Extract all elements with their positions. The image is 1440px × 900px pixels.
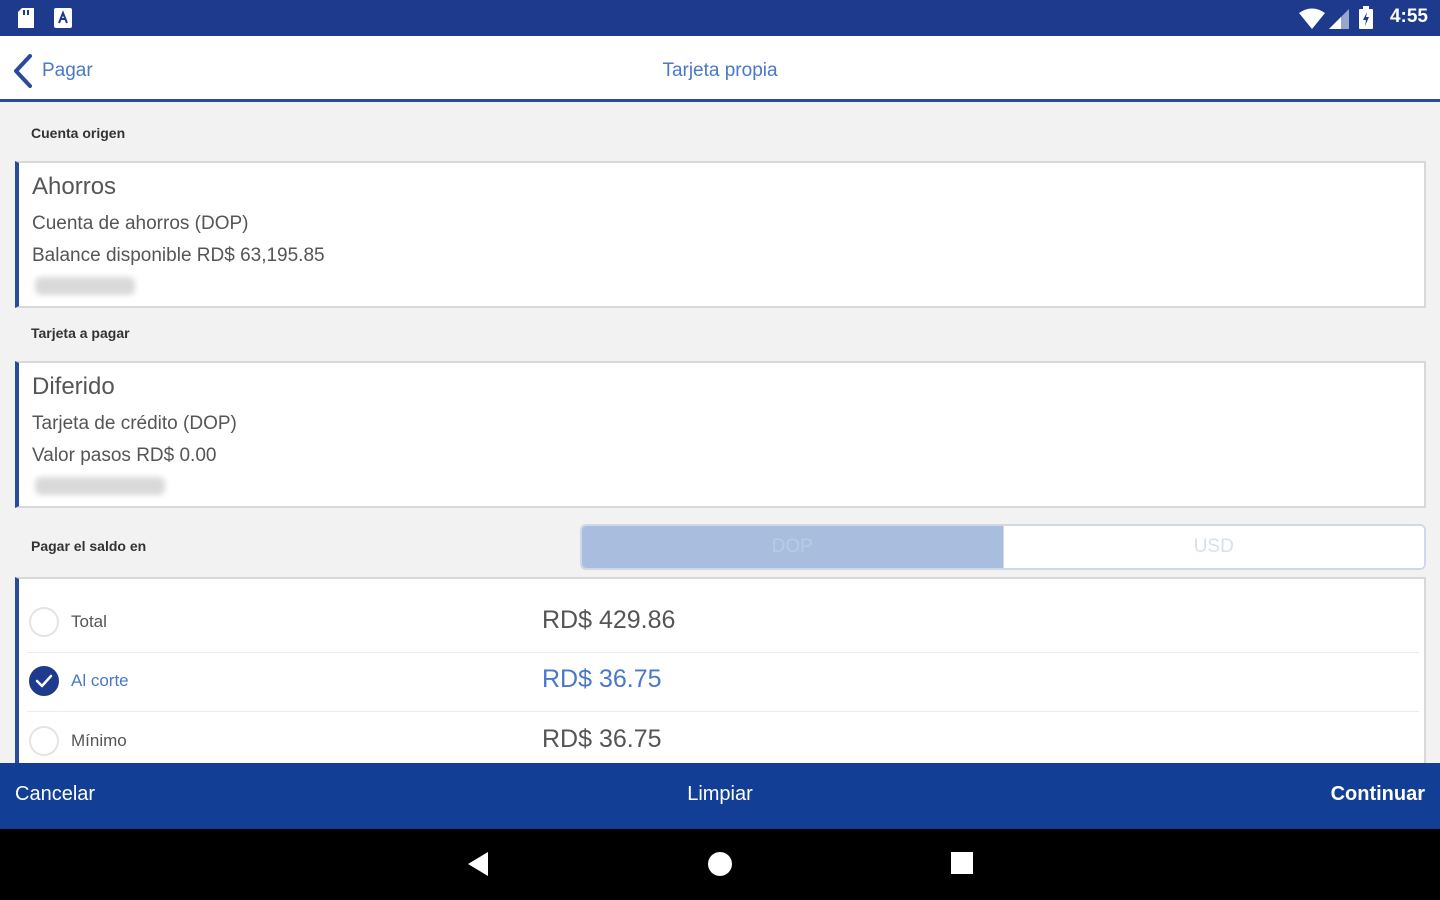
payment-option-amount: RD$ 36.75 <box>542 725 662 753</box>
radio-button[interactable] <box>29 607 59 637</box>
checkmark-icon <box>35 674 53 688</box>
source-account-card[interactable]: Ahorros Cuenta de ahorros (DOP) Balance … <box>15 161 1426 308</box>
app-notification-icon <box>54 8 72 28</box>
payment-options-list: Total RD$ 429.86 Al corte RD$ 36.75 Míni… <box>15 577 1426 777</box>
currency-option-usd[interactable]: USD <box>1002 526 1424 568</box>
page-title: Tarjeta propia <box>662 60 778 81</box>
clear-button[interactable]: Limpiar <box>687 783 753 805</box>
radio-button-checked[interactable] <box>29 666 59 696</box>
masked-account-number <box>35 277 135 295</box>
nav-recents-icon[interactable] <box>950 851 974 875</box>
payment-option-label: Al corte <box>71 671 129 690</box>
payment-option-label: Mínimo <box>71 731 127 750</box>
radio-button[interactable] <box>29 726 59 756</box>
card-to-pay-label: Tarjeta a pagar <box>31 325 130 341</box>
card-to-pay-card[interactable]: Diferido Tarjeta de crédito (DOP) Valor … <box>15 361 1426 508</box>
status-time: 4:55 <box>1389 6 1428 27</box>
currency-option-dop[interactable]: DOP <box>582 526 1003 568</box>
payment-option-label: Total <box>71 612 107 631</box>
payment-option-amount: RD$ 429.86 <box>542 606 676 634</box>
bottom-action-bar: Cancelar Limpiar Continuar <box>0 763 1440 829</box>
cancel-button[interactable]: Cancelar <box>15 783 95 806</box>
card-value: Valor pasos RD$ 0.00 <box>32 445 217 466</box>
nav-home-icon[interactable] <box>707 851 733 877</box>
masked-card-number <box>35 477 165 495</box>
source-account-label: Cuenta origen <box>31 125 126 141</box>
continue-button[interactable]: Continuar <box>1331 783 1425 806</box>
battery-icon <box>1359 6 1373 29</box>
nav-back-icon[interactable] <box>466 851 490 877</box>
card-name: Diferido <box>32 373 115 400</box>
currency-label: Pagar el saldo en <box>31 538 147 554</box>
source-account-type: Cuenta de ahorros (DOP) <box>32 213 249 234</box>
system-nav-bar <box>0 829 1440 900</box>
sd-card-icon <box>18 8 34 28</box>
wifi-icon <box>1299 8 1325 29</box>
currency-toggle: DOP USD <box>580 524 1426 570</box>
app-bar: Pagar Tarjeta propia <box>0 36 1440 102</box>
payment-option-amount: RD$ 36.75 <box>542 665 662 693</box>
status-bar: 4:55 <box>0 0 1440 36</box>
source-account-balance: Balance disponible RD$ 63,195.85 <box>32 245 325 266</box>
source-account-name: Ahorros <box>32 173 117 200</box>
payment-option-al-corte[interactable]: Al corte RD$ 36.75 <box>19 652 1419 712</box>
card-type: Tarjeta de crédito (DOP) <box>32 413 237 434</box>
cell-signal-icon <box>1329 9 1349 29</box>
clear-button-wrapper: Limpiar <box>0 783 1440 806</box>
payment-option-total[interactable]: Total RD$ 429.86 <box>19 593 1419 653</box>
